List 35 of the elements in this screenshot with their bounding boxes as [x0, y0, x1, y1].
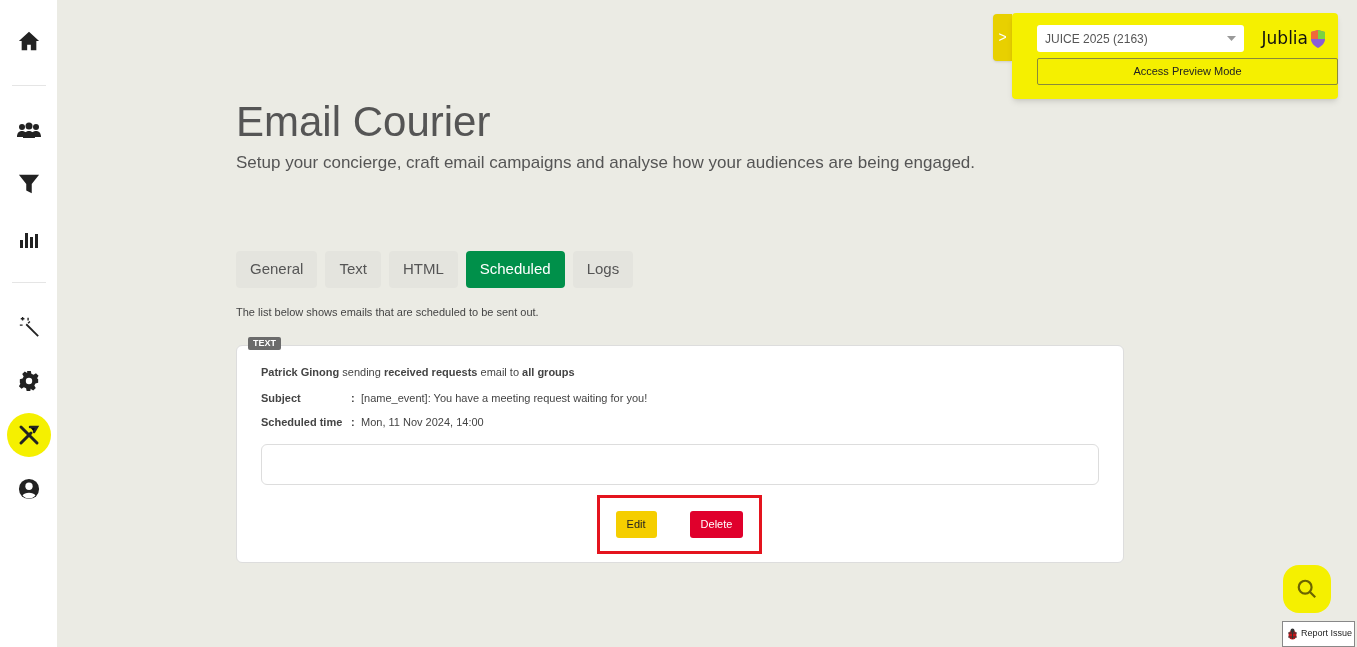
sidebar-item[interactable] [6, 413, 51, 457]
tab[interactable]: HTML [388, 250, 458, 288]
magic-wand-icon [17, 316, 40, 338]
user-icon [17, 478, 40, 500]
field-value: Mon, 11 Nov 2024, 14:00 [361, 415, 484, 430]
tab[interactable]: Text [325, 250, 381, 288]
settings-icon [17, 370, 40, 392]
field-value: [name_event]: You have a meeting request waiting for you! [361, 390, 648, 406]
intro-text: The list below shows emails that are scheduled to be sent out. [236, 304, 540, 320]
field-separator: : [351, 390, 356, 406]
page-subtitle: Setup your concierge, craft email campaigns and analyse how your audiences are being engaged. [236, 152, 977, 174]
edit-button[interactable]: Edit [615, 510, 657, 538]
field-label: Subject [261, 390, 302, 406]
event-select[interactable]: JUICE 2025 (2163) [1037, 25, 1244, 52]
home-icon [17, 30, 40, 52]
report-issue-label: Report Issue [1301, 627, 1353, 641]
delete-button[interactable]: Delete [689, 510, 744, 538]
tab[interactable]: Scheduled [465, 250, 565, 288]
search-button[interactable] [1283, 565, 1331, 613]
field-label: Scheduled time [261, 415, 344, 430]
field-separator: : [351, 415, 356, 430]
search-icon [1296, 578, 1318, 600]
type-badge: TEXT [248, 337, 281, 350]
page-title: Email Courier [236, 97, 492, 147]
tab[interactable]: Logs [572, 250, 634, 288]
tab[interactable]: General [236, 250, 318, 288]
preview-mode-button[interactable]: Access Preview Mode [1037, 58, 1338, 85]
report-issue-button[interactable]: Report Issue [1282, 621, 1356, 647]
bug-icon [1287, 628, 1298, 640]
shield-logo-icon [1310, 29, 1326, 48]
funnel-icon [17, 173, 40, 195]
dropdown-caret-icon [1226, 36, 1236, 41]
people-icon [16, 120, 41, 140]
brand-logo: Jublia [1261, 26, 1308, 50]
email-summary: Patrick Ginong sending received requests email to all groups [261, 365, 576, 380]
